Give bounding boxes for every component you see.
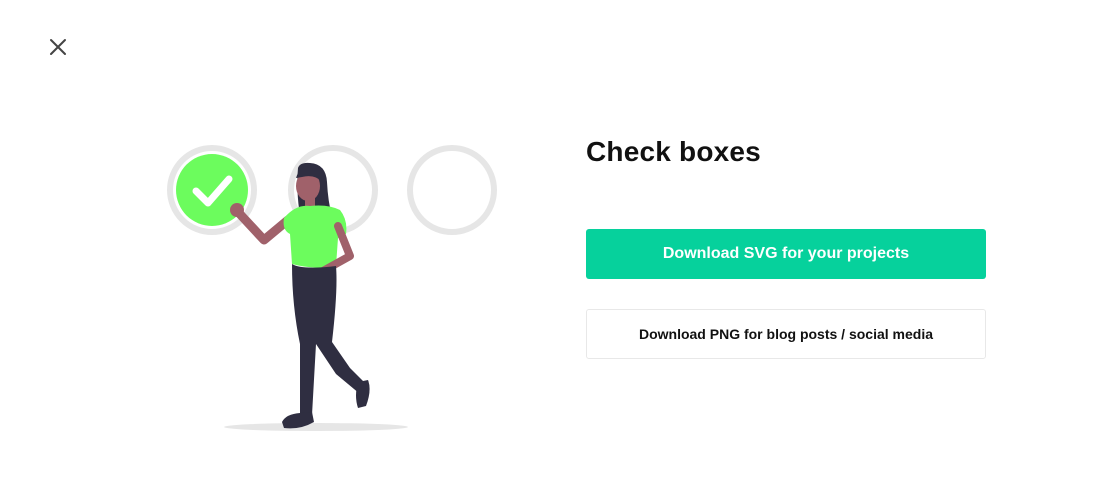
checkbox-circle-3 — [407, 145, 497, 235]
close-icon — [50, 39, 66, 55]
download-png-button[interactable]: Download PNG for blog posts / social med… — [586, 309, 986, 359]
dialog-title: Check boxes — [586, 136, 761, 167]
download-svg-button[interactable]: Download SVG for your projects — [586, 229, 986, 279]
check-boxes-illustration — [150, 130, 520, 440]
ground-shadow — [224, 423, 408, 431]
close-button[interactable] — [46, 35, 70, 59]
